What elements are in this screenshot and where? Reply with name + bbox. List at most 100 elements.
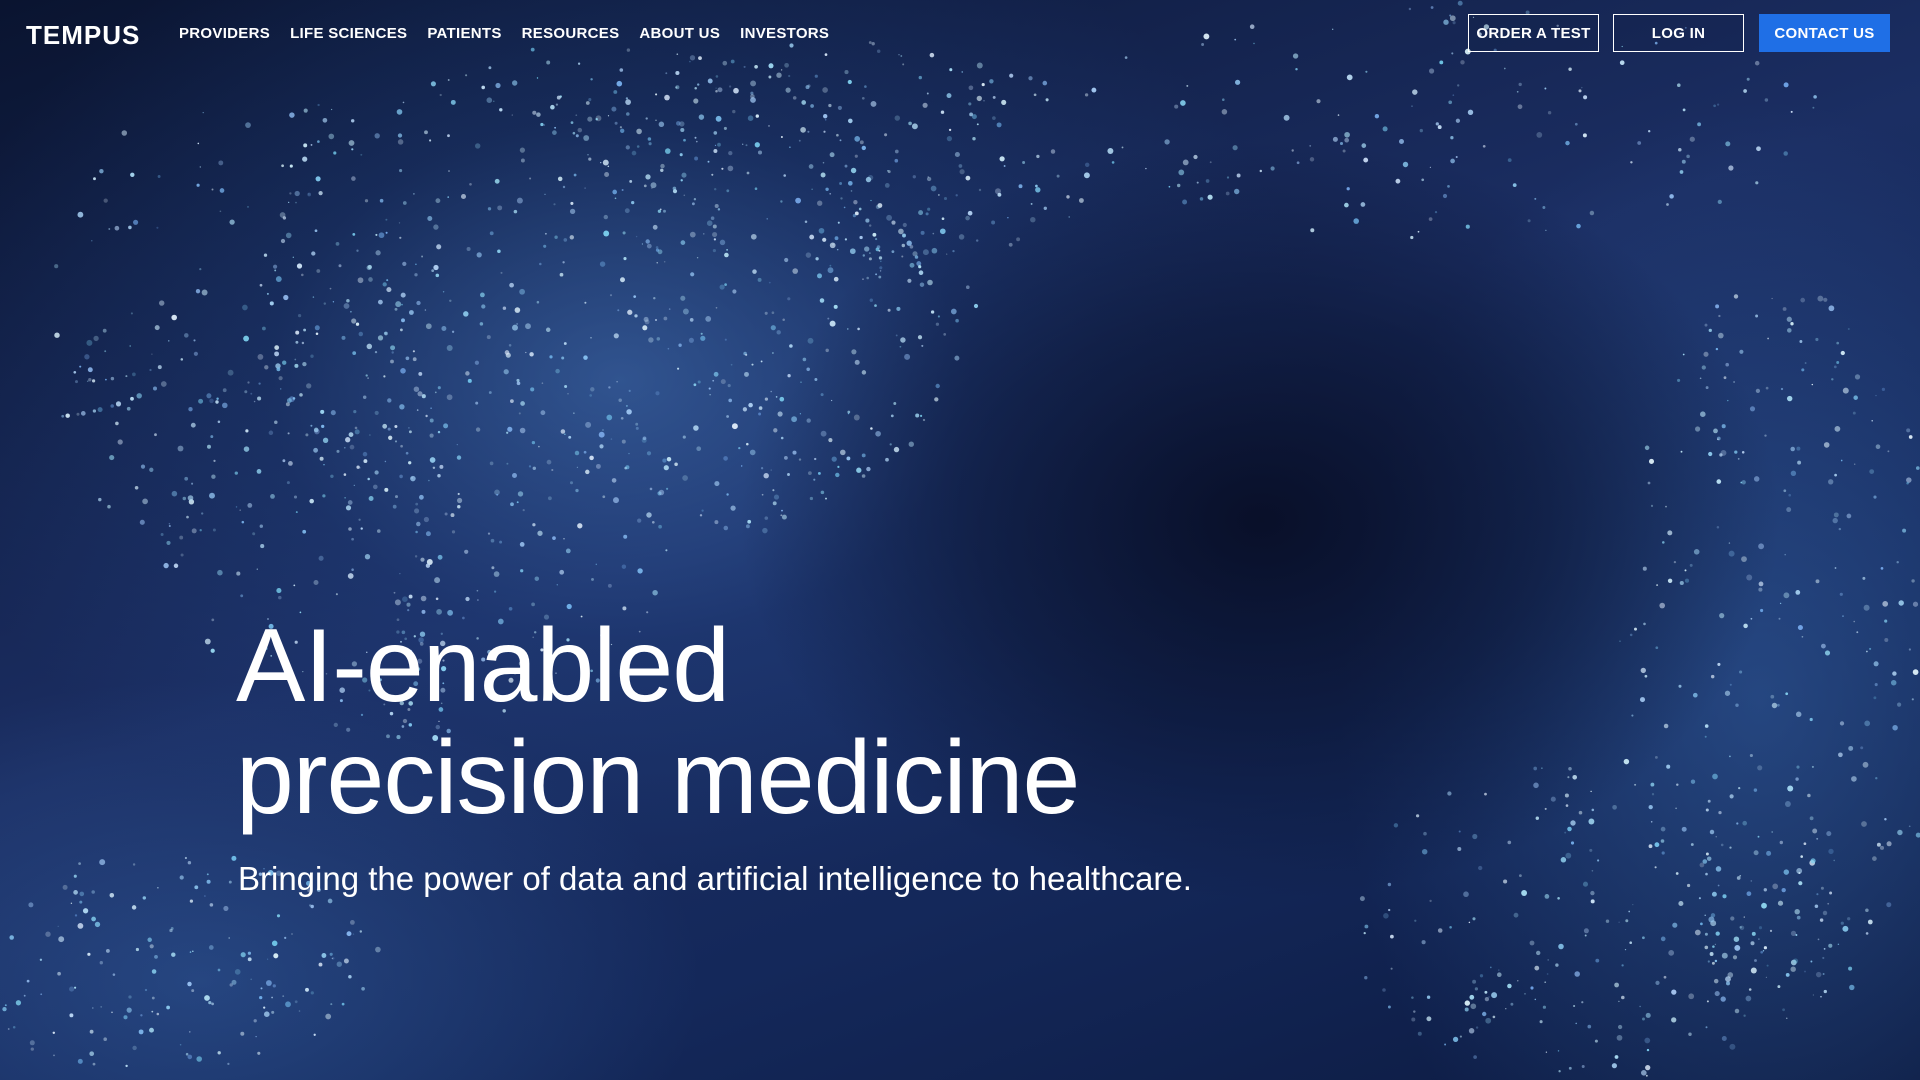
particle-dot xyxy=(280,238,286,244)
particle-dot xyxy=(316,269,321,273)
particle-dot xyxy=(469,182,472,186)
particle-dot xyxy=(1008,242,1013,247)
particle-dot xyxy=(1828,305,1835,312)
particle-dot xyxy=(1410,235,1414,240)
particle-dot xyxy=(1464,1007,1469,1012)
particle-dot xyxy=(1763,888,1767,892)
particle-dot xyxy=(467,378,472,383)
particle-dot xyxy=(714,520,719,525)
particle-dot xyxy=(374,470,379,475)
particle-dot xyxy=(1186,84,1189,87)
particle-dot xyxy=(302,529,307,534)
particle-dot xyxy=(585,101,590,105)
nav-item-patients[interactable]: PATIENTS xyxy=(427,25,501,42)
log-in-button[interactable]: LOG IN xyxy=(1613,14,1744,52)
particle-dot xyxy=(1771,297,1773,300)
particle-dot xyxy=(435,597,439,601)
particle-dot xyxy=(1199,197,1204,201)
particle-dot xyxy=(282,459,286,463)
particle-dot xyxy=(91,890,95,894)
particle-dot xyxy=(302,156,308,162)
nav-item-life-sciences[interactable]: LIFE SCIENCES xyxy=(290,25,407,42)
particle-dot xyxy=(833,276,839,282)
particle-dot xyxy=(1815,337,1819,342)
particle-dot xyxy=(1042,80,1048,86)
particle-dot xyxy=(1545,229,1547,231)
particle-dot xyxy=(1654,755,1658,759)
nav-item-about-us[interactable]: ABOUT US xyxy=(639,25,720,42)
particle-dot xyxy=(708,387,711,390)
particle-dot xyxy=(1612,804,1617,810)
particle-dot xyxy=(1426,995,1431,999)
particle-dot xyxy=(494,590,497,593)
particle-dot xyxy=(726,415,729,418)
particle-dot xyxy=(1816,837,1819,840)
particle-dot xyxy=(764,516,769,520)
particle-dot xyxy=(683,138,686,142)
particle-dot xyxy=(362,395,367,399)
particle-dot xyxy=(517,491,524,497)
particle-dot xyxy=(1544,894,1550,899)
particle-dot xyxy=(1415,814,1420,818)
particle-dot xyxy=(543,244,547,248)
particle-dot xyxy=(1849,984,1855,991)
particle-dot xyxy=(1030,202,1033,205)
particle-dot xyxy=(1706,856,1712,861)
particle-dot xyxy=(506,462,509,465)
particle-dot xyxy=(86,339,93,346)
particle-dot xyxy=(519,542,525,547)
particle-dot xyxy=(757,277,762,282)
particle-dot xyxy=(474,360,480,365)
particle-dot xyxy=(655,391,660,396)
particle-dot xyxy=(390,345,396,351)
particle-dot xyxy=(646,512,652,518)
particle-dot xyxy=(1426,1016,1432,1022)
particle-dot xyxy=(12,1025,16,1029)
particle-dot xyxy=(394,424,398,429)
particle-dot xyxy=(179,1043,182,1046)
particle-dot xyxy=(1785,692,1789,696)
particle-dot xyxy=(384,331,388,336)
particle-dot xyxy=(667,347,670,350)
particle-dot xyxy=(520,158,525,163)
particle-dot xyxy=(544,232,547,235)
order-a-test-button[interactable]: ORDER A TEST xyxy=(1468,14,1599,52)
particle-dot xyxy=(383,375,386,378)
particle-dot xyxy=(550,104,555,110)
nav-item-investors[interactable]: INVESTORS xyxy=(740,25,829,42)
particle-dot xyxy=(1881,387,1886,392)
particle-dot xyxy=(349,444,355,450)
particle-dot xyxy=(1758,543,1765,550)
particle-dot xyxy=(292,256,294,258)
contact-us-button[interactable]: CONTACT US xyxy=(1759,14,1890,52)
particle-dot xyxy=(801,100,807,105)
particle-dot xyxy=(1676,783,1679,786)
particle-dot xyxy=(79,365,82,368)
particle-dot xyxy=(1547,959,1550,961)
particle-dot xyxy=(425,414,428,418)
particle-dot xyxy=(655,248,660,252)
particle-dot xyxy=(647,137,652,141)
particle-dot xyxy=(575,114,578,117)
particle-dot xyxy=(1797,460,1802,465)
tempus-logo[interactable]: TEMPUS xyxy=(26,20,140,51)
particle-dot xyxy=(465,371,470,376)
particle-dot xyxy=(89,1051,95,1057)
particle-dot xyxy=(1447,185,1450,188)
nav-item-providers[interactable]: PROVIDERS xyxy=(179,25,270,42)
particle-dot xyxy=(151,1010,154,1013)
particle-dot xyxy=(1359,896,1365,902)
particle-dot xyxy=(1810,960,1813,963)
particle-dot xyxy=(1390,934,1394,939)
particle-dot xyxy=(1790,470,1797,476)
particle-dot xyxy=(1777,985,1781,989)
particle-dot xyxy=(715,87,717,89)
nav-item-resources[interactable]: RESOURCES xyxy=(522,25,620,42)
particle-dot xyxy=(1588,818,1595,825)
particle-dot xyxy=(1578,89,1582,93)
particle-dot xyxy=(15,1000,22,1006)
particle-dot xyxy=(493,571,500,577)
particle-dot xyxy=(1505,1008,1507,1010)
particle-dot xyxy=(493,100,495,102)
particle-dot xyxy=(1309,145,1312,147)
